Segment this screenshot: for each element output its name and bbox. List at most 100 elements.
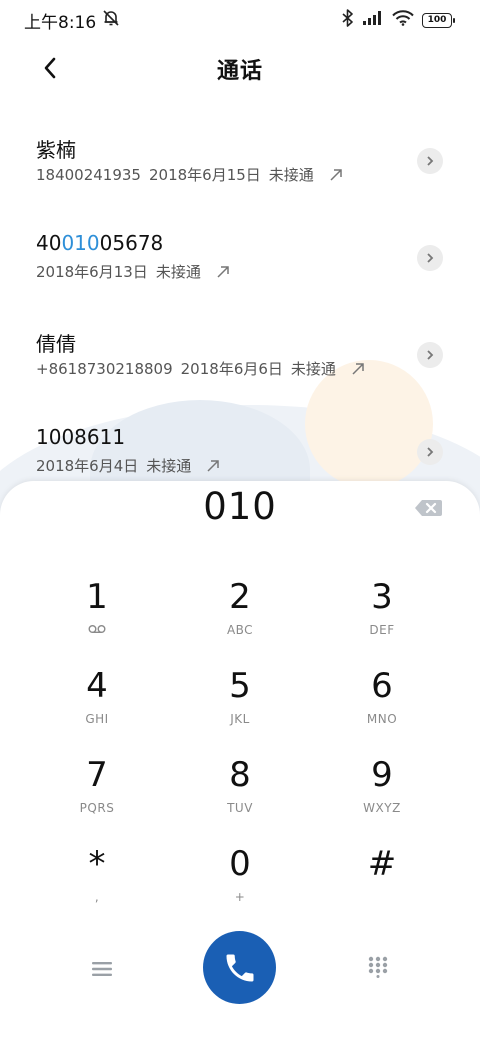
phone-icon: [226, 954, 253, 981]
contact-name-text: 1008611: [36, 425, 126, 449]
header: 通话: [0, 44, 480, 94]
key-digit: 4: [86, 666, 108, 706]
key-letters: WXYZ: [363, 801, 401, 815]
key-digit: 0: [229, 844, 251, 884]
key-4[interactable]: 4 GHI: [37, 666, 157, 746]
key-letters: JKL: [230, 712, 250, 726]
call-meta: 2018年6月13日 未接通: [36, 261, 231, 282]
signal-icon: [362, 10, 384, 31]
key-letters: ,: [94, 890, 100, 904]
call-status: 未接通: [290, 360, 336, 378]
dialer-bottom-bar: [0, 931, 480, 1011]
number-match-highlight: 010: [61, 231, 100, 255]
key-digit: *: [88, 844, 106, 884]
key-7[interactable]: 7 PQRS: [37, 755, 157, 835]
key-letters: PQRS: [79, 801, 115, 815]
bell-off-icon: [102, 9, 120, 32]
call-log-item[interactable]: 4001005678 2018年6月13日 未接通: [0, 217, 480, 314]
key-digit: 6: [371, 666, 393, 706]
dialpad-sheet: 010 1 2 ABC 3 DEF 4 GHI 5 JKL 6 MNO 7 PQ…: [0, 481, 480, 1040]
key-letters: ABC: [226, 623, 254, 637]
call-detail-button[interactable]: [417, 245, 443, 271]
status-time: 上午8:16: [24, 12, 97, 33]
menu-icon: [92, 962, 112, 976]
key-3[interactable]: 3 DEF: [322, 577, 442, 657]
chevron-left-icon: [42, 56, 58, 84]
key-digit: 7: [86, 755, 108, 795]
key-0[interactable]: 0 +: [180, 844, 300, 924]
chevron-right-icon: [427, 447, 434, 457]
key-6[interactable]: 6 MNO: [322, 666, 442, 746]
key-digit: #: [367, 844, 397, 884]
arrow-up-right-icon: [350, 361, 366, 377]
page-title: 通话: [216, 59, 263, 84]
call-detail-button[interactable]: [417, 342, 443, 368]
chevron-right-icon: [427, 350, 434, 360]
status-left: 上午8:16: [24, 8, 120, 33]
contact-name: 紫楠: [36, 134, 76, 163]
key-digit: 5: [229, 666, 251, 706]
call-status: 未接通: [146, 457, 192, 475]
dialer-screen: 上午8:16 100 通话 紫楠 18400241935 2018年6月15日 …: [0, 0, 480, 1040]
key-1[interactable]: 1: [37, 577, 157, 657]
status-bar: 上午8:16 100: [0, 0, 480, 40]
call-status: 未接通: [155, 263, 201, 281]
key-hash[interactable]: #: [322, 844, 442, 924]
dialpad-icon: [368, 956, 388, 978]
call-meta: +8618730218809 2018年6月6日 未接通: [36, 358, 366, 379]
wifi-icon: [392, 9, 414, 31]
keypad-toggle-button[interactable]: [364, 953, 392, 981]
key-digit: 3: [371, 577, 393, 617]
contact-name: 1008611: [36, 425, 125, 449]
battery-indicator: 100: [422, 12, 455, 28]
bluetooth-icon: [342, 8, 354, 32]
voicemail-icon: [37, 623, 157, 637]
chevron-right-icon: [427, 253, 434, 263]
key-digit: 1: [86, 577, 108, 617]
key-9[interactable]: 9 WXYZ: [322, 755, 442, 835]
status-right: 100: [342, 8, 455, 32]
arrow-up-right-icon: [328, 167, 344, 183]
call-date: 2018年6月15日: [148, 166, 261, 184]
call-date: 2018年6月4日: [36, 457, 139, 475]
chevron-right-icon: [427, 156, 434, 166]
contact-name: 4001005678: [36, 231, 163, 255]
key-letters: GHI: [85, 712, 109, 726]
phone-number: 18400241935: [36, 165, 141, 184]
call-list: 紫楠 18400241935 2018年6月15日 未接通 4001005678…: [0, 120, 480, 508]
key-digit: 8: [229, 755, 251, 795]
contact-name-text: 紫楠: [36, 138, 76, 162]
number-prefix: 40: [36, 231, 62, 255]
key-2[interactable]: 2 ABC: [180, 577, 300, 657]
call-log-item[interactable]: 倩倩 +8618730218809 2018年6月6日 未接通: [0, 314, 480, 411]
back-button[interactable]: [32, 52, 68, 88]
key-digit: 9: [371, 755, 393, 795]
key-letters: +: [234, 890, 246, 904]
arrow-up-right-icon: [205, 458, 221, 474]
arrow-up-right-icon: [215, 264, 231, 280]
call-button[interactable]: [203, 931, 276, 1004]
contact-name-text: 倩倩: [36, 332, 76, 356]
contact-name: 倩倩: [36, 328, 76, 357]
backspace-icon: [415, 500, 442, 516]
call-date: 2018年6月13日: [36, 263, 148, 281]
key-letters: MNO: [366, 712, 398, 726]
key-star[interactable]: * ,: [37, 844, 157, 924]
call-date: 2018年6月6日: [180, 360, 283, 378]
key-5[interactable]: 5 JKL: [180, 666, 300, 746]
key-digit: 2: [229, 577, 251, 617]
call-status: 未接通: [268, 166, 314, 184]
call-detail-button[interactable]: [417, 439, 443, 465]
phone-number: +8618730218809: [36, 359, 173, 378]
call-meta: 2018年6月4日 未接通: [36, 455, 221, 476]
call-detail-button[interactable]: [417, 148, 443, 174]
number-suffix: 05678: [99, 231, 164, 255]
call-meta: 18400241935 2018年6月15日 未接通: [36, 164, 344, 185]
key-8[interactable]: 8 TUV: [180, 755, 300, 835]
backspace-button[interactable]: [413, 497, 443, 519]
menu-button[interactable]: [88, 955, 116, 983]
key-letters: TUV: [227, 801, 253, 815]
key-letters: DEF: [369, 623, 395, 637]
call-log-item[interactable]: 紫楠 18400241935 2018年6月15日 未接通: [0, 120, 480, 217]
dial-input[interactable]: 010: [0, 485, 480, 528]
